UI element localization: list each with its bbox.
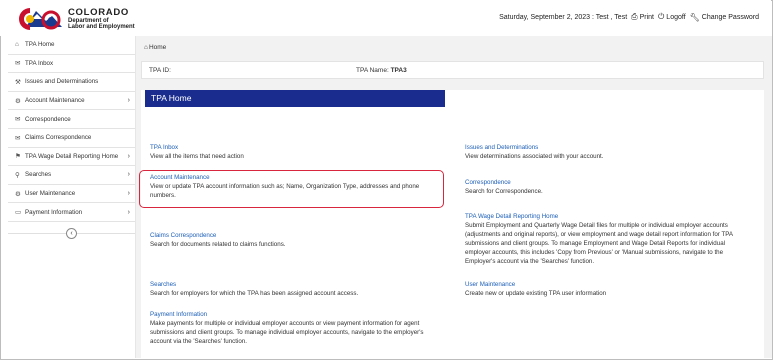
wrench-icon: ⚒ bbox=[15, 78, 21, 86]
tile-description: Search for Correspondence. bbox=[465, 188, 543, 195]
tile-description: Search for employers for which the TPA h… bbox=[150, 290, 359, 297]
sidebar-item-label: Issues and Determinations bbox=[25, 78, 99, 86]
main-content-panel: TPA Home TPA Inbox View all the items th… bbox=[141, 90, 764, 358]
tile-claims-correspondence: Claims Correspondence Search for documen… bbox=[150, 231, 450, 249]
home-icon: ⌂ bbox=[144, 44, 148, 51]
sidebar-item-payment-information[interactable]: ▭ Payment Information › bbox=[8, 203, 135, 222]
date-user-text: Saturday, September 2, 2023 : Test , Tes… bbox=[499, 13, 628, 21]
home-icon: ⌂ bbox=[15, 41, 19, 49]
tile-issues-determinations: Issues and Determinations View determina… bbox=[465, 143, 760, 161]
correspondence-link[interactable]: Correspondence bbox=[465, 178, 760, 187]
print-label: Print bbox=[639, 13, 654, 21]
search-icon: ⚲ bbox=[15, 171, 20, 179]
tile-description: View all the items that need action bbox=[150, 153, 244, 160]
tpa-id-label: TPA ID: bbox=[149, 67, 171, 74]
sidebar-item-label: TPA Inbox bbox=[25, 59, 54, 67]
tile-description-line1: Submit Employment and Quarterly Wage Det… bbox=[465, 222, 728, 229]
top-header: COLORADO Department of Labor and Employm… bbox=[0, 0, 771, 36]
user-maintenance-link[interactable]: User Maintenance bbox=[465, 280, 760, 289]
sidebar-item-label: TPA Wage Detail Reporting Home bbox=[25, 152, 119, 160]
envelope-icon: ✉ bbox=[15, 116, 21, 124]
tile-correspondence: Correspondence Search for Correspondence… bbox=[465, 178, 760, 196]
sidebar-item-user-maintenance[interactable]: ⚙ User Maintenance › bbox=[8, 185, 135, 204]
sidebar-item-label: Claims Correspondence bbox=[25, 134, 92, 142]
highlight-annotation bbox=[139, 170, 444, 208]
gears-icon: ⚙ bbox=[15, 97, 21, 105]
tile-user-maintenance: User Maintenance Create new or update ex… bbox=[465, 280, 760, 298]
card-icon: ▭ bbox=[15, 209, 22, 217]
issues-determinations-link[interactable]: Issues and Determinations bbox=[465, 143, 760, 152]
sidebar-item-claims-correspondence[interactable]: ✉ Claims Correspondence bbox=[8, 129, 135, 148]
gears-icon: ⚙ bbox=[15, 190, 21, 198]
chevron-left-icon: ‹ bbox=[70, 229, 73, 237]
chevron-right-icon: › bbox=[127, 190, 130, 198]
print-icon: ⎙ bbox=[631, 12, 638, 21]
tile-tpa-inbox: TPA Inbox View all the items that need a… bbox=[150, 143, 440, 161]
chevron-right-icon: › bbox=[127, 208, 130, 216]
brand-text: COLORADO Department of Labor and Employm… bbox=[68, 8, 135, 31]
sidebar-item-label: Account Maintenance bbox=[25, 97, 85, 105]
print-button[interactable]: ⎙ Print bbox=[631, 12, 654, 22]
tile-description-line5: Employer's account via the 'Searches' fu… bbox=[465, 258, 595, 265]
sidebar-item-account-maintenance[interactable]: ⚙ Account Maintenance › bbox=[8, 92, 135, 111]
sidebar-item-label: TPA Home bbox=[25, 41, 55, 49]
tile-searches: Searches Search for employers for which … bbox=[150, 280, 450, 298]
tile-description-line2: submissions and client groups. To manage… bbox=[150, 329, 424, 336]
brand-title: COLORADO bbox=[68, 7, 130, 18]
breadcrumb-home-label: Home bbox=[148, 44, 167, 51]
tile-wage-detail: TPA Wage Detail Reporting Home Submit Em… bbox=[465, 212, 760, 266]
sidebar-item-correspondence[interactable]: ✉ Correspondence bbox=[8, 110, 135, 129]
sidebar-item-tpa-inbox[interactable]: ✉ TPA Inbox bbox=[8, 55, 135, 74]
tile-description: Create new or update existing TPA user i… bbox=[465, 290, 607, 297]
tpa-info-bar: TPA ID: TPA Name: TPA3 bbox=[141, 61, 764, 79]
chevron-right-icon: › bbox=[127, 152, 130, 160]
sidebar-collapse-button[interactable]: ‹ bbox=[66, 227, 77, 239]
logoff-button[interactable]: ⏻ Logoff bbox=[658, 12, 686, 22]
envelope-icon: ✉ bbox=[15, 134, 21, 142]
tile-description-line3: account via the 'Searches' function. bbox=[150, 338, 247, 345]
power-icon: ⏻ bbox=[657, 12, 665, 21]
tile-description: Search for documents related to claims f… bbox=[150, 241, 286, 248]
searches-link[interactable]: Searches bbox=[150, 280, 450, 289]
tile-payment-information: Payment Information Make payments for mu… bbox=[150, 310, 450, 346]
tile-description-line2: (adjustments and original reports), or v… bbox=[465, 231, 734, 238]
tpa-name-field: TPA Name: TPA3 bbox=[356, 67, 407, 74]
flag-icon: ⚑ bbox=[15, 153, 21, 161]
chevron-right-icon: › bbox=[127, 171, 130, 179]
header-actions: Saturday, September 2, 2023 : Test , Tes… bbox=[499, 12, 759, 22]
sidebar-item-label: Correspondence bbox=[25, 115, 71, 123]
tile-description-line3: submissions and client groups. To manage… bbox=[465, 240, 726, 247]
tile-description-line1: Make payments for multiple or individual… bbox=[150, 320, 420, 327]
logoff-label: Logoff bbox=[666, 13, 686, 21]
tile-description-line4: employer accounts, this includes 'Copy f… bbox=[465, 249, 724, 256]
tpa-inbox-link[interactable]: TPA Inbox bbox=[150, 143, 440, 152]
sidebar-item-issues[interactable]: ⚒ Issues and Determinations bbox=[8, 73, 135, 92]
payment-information-link[interactable]: Payment Information bbox=[150, 310, 450, 319]
tile-description: View determinations associated with your… bbox=[465, 153, 604, 160]
brand-subtitle-line2: Labor and Employment bbox=[68, 24, 135, 31]
wrench-icon: 🔧︎ bbox=[689, 12, 700, 22]
change-password-button[interactable]: 🔧︎ Change Password bbox=[690, 13, 759, 22]
colorado-logo-icon bbox=[19, 8, 62, 30]
page-title: TPA Home bbox=[145, 90, 445, 107]
wage-detail-link[interactable]: TPA Wage Detail Reporting Home bbox=[465, 212, 760, 221]
breadcrumb[interactable]: ⌂ Home bbox=[144, 44, 166, 51]
tpa-name-label: TPA Name: bbox=[356, 67, 389, 74]
sidebar-item-label: Payment Information bbox=[25, 208, 83, 216]
sidebar-item-wage-detail[interactable]: ⚑ TPA Wage Detail Reporting Home › bbox=[8, 148, 135, 167]
sidebar-collapse-area: ‹ bbox=[8, 222, 135, 244]
sidebar-item-label: Searches bbox=[25, 171, 52, 179]
envelope-icon: ✉ bbox=[15, 60, 21, 68]
tpa-name-value: TPA3 bbox=[390, 67, 407, 74]
change-password-label: Change Password bbox=[701, 13, 759, 21]
claims-correspondence-link[interactable]: Claims Correspondence bbox=[150, 231, 450, 240]
sidebar-nav: ⌂ TPA Home ✉ TPA Inbox ⚒ Issues and Dete… bbox=[8, 36, 135, 244]
sidebar-item-searches[interactable]: ⚲ Searches › bbox=[8, 166, 135, 185]
sidebar-item-label: User Maintenance bbox=[25, 190, 76, 198]
sidebar-item-tpa-home[interactable]: ⌂ TPA Home bbox=[8, 36, 135, 55]
chevron-right-icon: › bbox=[127, 97, 130, 105]
